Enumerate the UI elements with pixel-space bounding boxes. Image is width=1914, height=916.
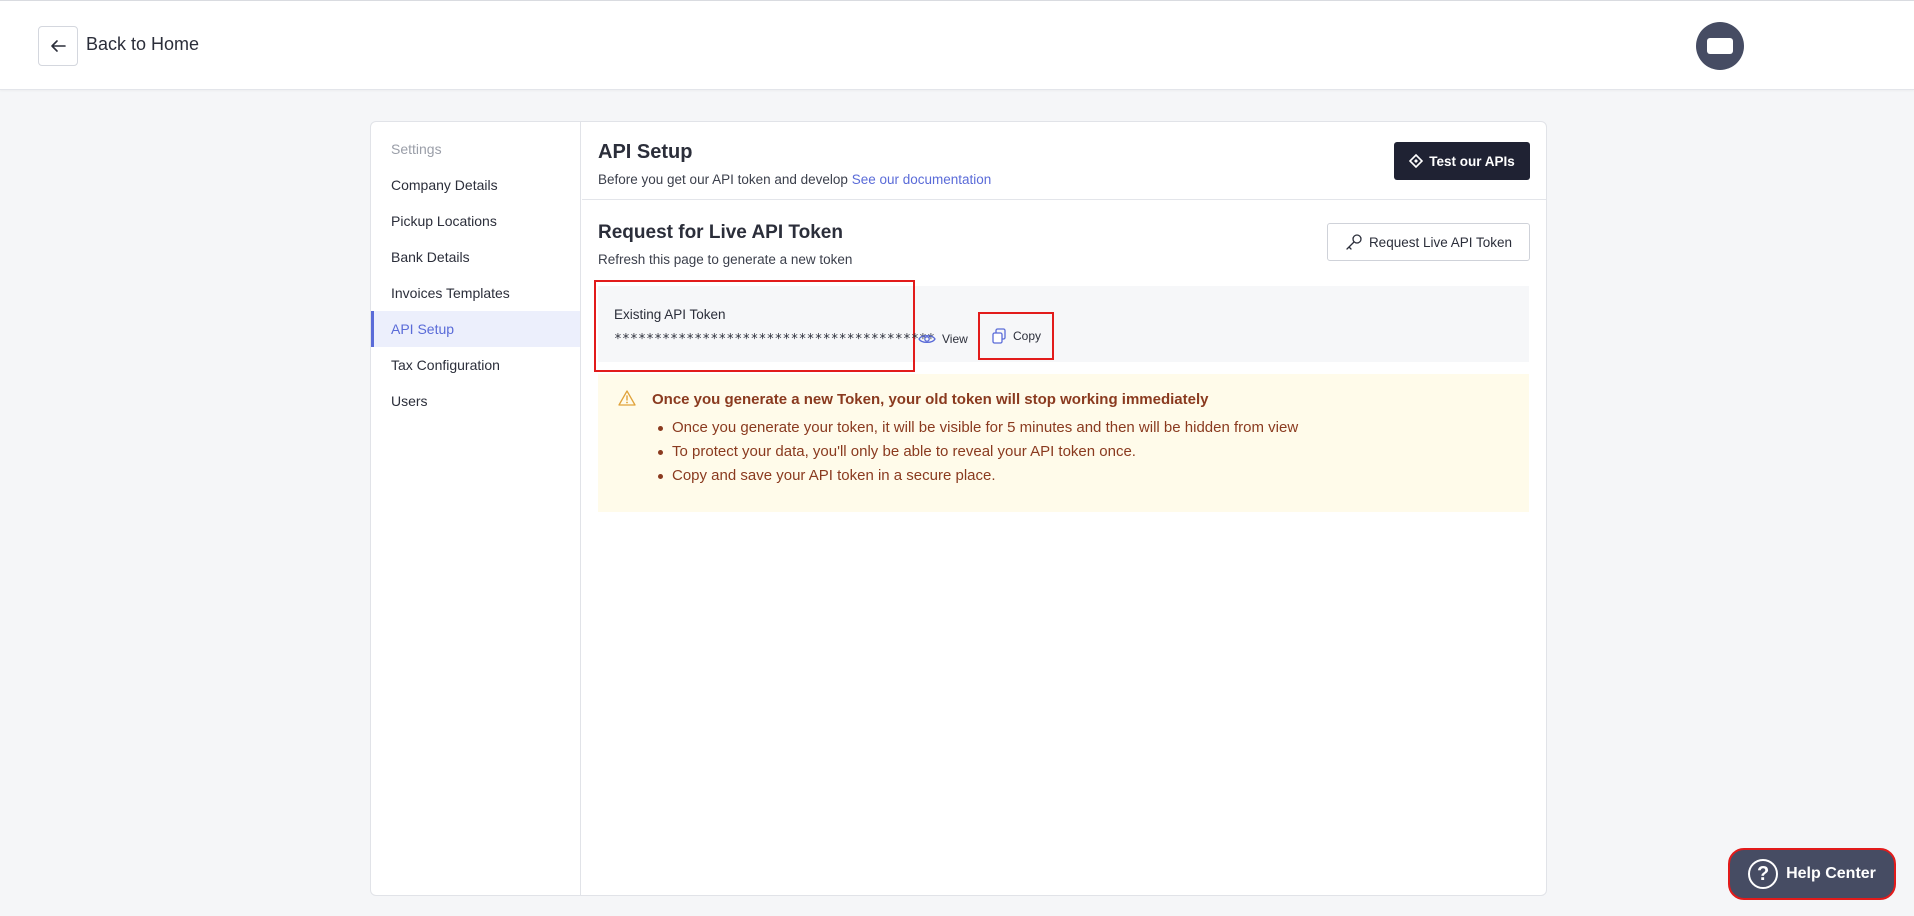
page-title: API Setup bbox=[598, 141, 693, 163]
help-center-button[interactable]: ? Help Center bbox=[1728, 848, 1896, 900]
warning-list: Once you generate your token, it will be… bbox=[657, 416, 1298, 488]
sidebar-item-company-details[interactable]: Company Details bbox=[371, 167, 580, 203]
warning-icon bbox=[618, 390, 636, 406]
api-setup-content: API Setup Before you get our API token a… bbox=[582, 122, 1546, 895]
token-warning-box: Once you generate a new Token, your old … bbox=[598, 374, 1529, 512]
sidebar-item-invoices-templates[interactable]: Invoices Templates bbox=[371, 275, 580, 311]
back-to-home-label[interactable]: Back to Home bbox=[86, 34, 199, 55]
sidebar-item-bank-details[interactable]: Bank Details bbox=[371, 239, 580, 275]
warning-point: Copy and save your API token in a secure… bbox=[657, 464, 1298, 488]
back-button[interactable] bbox=[38, 26, 78, 66]
request-live-token-button[interactable]: Request Live API Token bbox=[1327, 223, 1530, 261]
arrow-left-icon bbox=[51, 40, 66, 52]
test-apis-label: Test our APIs bbox=[1429, 153, 1515, 169]
view-label: View bbox=[942, 332, 968, 346]
settings-card: Settings Company Details Pickup Location… bbox=[370, 121, 1547, 896]
top-bar: Back to Home bbox=[0, 0, 1914, 90]
warning-title: Once you generate a new Token, your old … bbox=[652, 391, 1209, 408]
key-icon bbox=[1346, 234, 1362, 250]
api-icon bbox=[1409, 154, 1424, 168]
view-token-button[interactable]: View bbox=[918, 328, 968, 350]
request-live-token-label: Request Live API Token bbox=[1368, 234, 1513, 250]
settings-sidebar: Settings Company Details Pickup Location… bbox=[371, 122, 581, 895]
live-token-subtitle: Refresh this page to generate a new toke… bbox=[598, 252, 853, 267]
live-token-title: Request for Live API Token bbox=[598, 222, 843, 243]
copy-icon bbox=[992, 328, 1006, 344]
avatar[interactable] bbox=[1696, 22, 1744, 70]
avatar-icon bbox=[1707, 38, 1733, 54]
test-apis-button[interactable]: Test our APIs bbox=[1394, 142, 1530, 180]
sidebar-item-pickup-locations[interactable]: Pickup Locations bbox=[371, 203, 580, 239]
copy-label: Copy bbox=[1012, 329, 1041, 343]
page-subtitle-text: Before you get our API token and develop bbox=[598, 172, 848, 187]
warning-point: To protect your data, you'll only be abl… bbox=[657, 440, 1298, 464]
copy-token-button[interactable]: Copy bbox=[978, 312, 1054, 360]
section-divider bbox=[582, 199, 1546, 200]
sidebar-title: Settings bbox=[391, 141, 442, 157]
eye-icon bbox=[918, 334, 936, 344]
existing-token-label: Existing API Token bbox=[614, 307, 726, 322]
question-icon: ? bbox=[1748, 859, 1779, 889]
documentation-link[interactable]: See our documentation bbox=[852, 172, 992, 187]
warning-point: Once you generate your token, it will be… bbox=[657, 416, 1298, 440]
token-value: **************************************** bbox=[614, 332, 936, 347]
help-center-label: Help Center bbox=[1786, 865, 1876, 882]
page-subtitle: Before you get our API token and develop… bbox=[598, 172, 991, 187]
sidebar-item-users[interactable]: Users bbox=[371, 383, 580, 419]
token-highlight-box bbox=[594, 280, 915, 372]
sidebar-item-api-setup[interactable]: API Setup bbox=[371, 311, 580, 347]
existing-token-panel: Existing API Token *********************… bbox=[594, 280, 1529, 372]
sidebar-item-tax-configuration[interactable]: Tax Configuration bbox=[371, 347, 580, 383]
